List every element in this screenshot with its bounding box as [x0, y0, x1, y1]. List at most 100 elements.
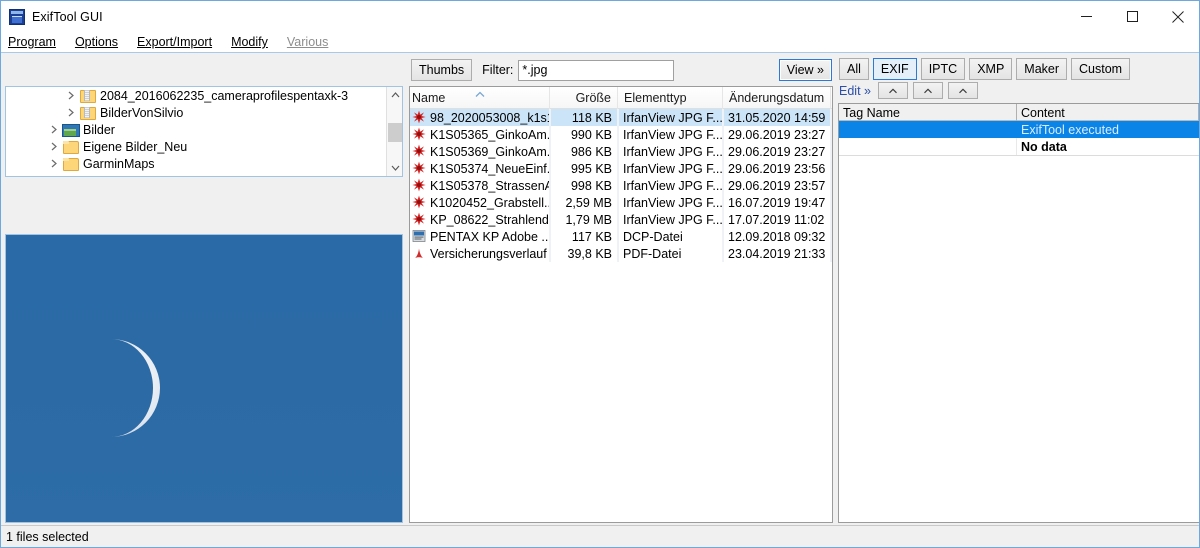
tree-item-0[interactable]: 2084_2016062235_cameraprofilespentaxk-3 [6, 87, 385, 104]
chevron-right-icon[interactable] [46, 156, 62, 172]
zipped-folder-icon [79, 88, 96, 103]
chevron-right-icon[interactable] [63, 88, 79, 104]
tab-iptc[interactable]: IPTC [920, 58, 966, 80]
column-header-size[interactable]: Größe [550, 87, 618, 109]
column-header-content[interactable]: Content [1017, 104, 1199, 121]
file-name-cell: K1S05378_StrassenA... [410, 177, 550, 194]
tab-xmp[interactable]: XMP [969, 58, 1013, 80]
file-date-cell: 23.04.2019 21:33 [723, 245, 831, 262]
thumbs-button[interactable]: Thumbs [411, 59, 473, 81]
scrollbar-thumb[interactable] [388, 123, 402, 142]
tag-name-cell [839, 138, 1017, 155]
filter-input[interactable]: *.jpg [518, 59, 675, 81]
folder-tree[interactable]: 2084_2016062235_cameraprofilespentaxk-3 … [5, 86, 403, 177]
menu-modify-label: Modify [231, 35, 268, 49]
tag-name-cell [839, 121, 1017, 138]
tab-custom[interactable]: Custom [1071, 58, 1131, 80]
table-row[interactable]: K1020452_Grabstell... 2,59 MB IrfanView … [410, 194, 832, 211]
file-type-cell: PDF-Datei [618, 245, 723, 262]
chevron-right-icon[interactable] [46, 122, 62, 138]
file-name-cell: 98_2020053008_k1s1... [410, 109, 550, 126]
tree-item-2[interactable]: Bilder [6, 121, 385, 138]
column-header-type[interactable]: Elementtyp [618, 87, 723, 109]
file-list[interactable]: Name Größe Elementtyp Änderungsdatum 98_… [409, 86, 833, 523]
irfanview-icon [412, 212, 427, 227]
tree-item-4[interactable]: GarminMaps [6, 155, 385, 172]
folder-tree-scrollbar[interactable] [386, 87, 402, 176]
file-list-header: Name Größe Elementtyp Änderungsdatum [410, 87, 832, 109]
scroll-down-icon[interactable] [387, 160, 402, 176]
tree-item-1[interactable]: BilderVonSilvio [6, 104, 385, 121]
file-size-cell: 2,59 MB [550, 194, 618, 211]
file-date-cell: 29.06.2019 23:56 [723, 160, 831, 177]
file-date-cell: 29.06.2019 23:27 [723, 143, 831, 160]
file-type-cell: IrfanView JPG F... [618, 194, 723, 211]
image-preview[interactable] [5, 234, 403, 523]
column-header-name[interactable]: Name [410, 87, 550, 109]
menu-options[interactable]: Options [75, 35, 118, 49]
menu-export-import[interactable]: Export/Import [137, 35, 212, 49]
menu-modify[interactable]: Modify [231, 35, 268, 49]
file-type-cell: IrfanView JPG F... [618, 211, 723, 228]
file-name-cell: K1S05374_NeueEinf... [410, 160, 550, 177]
metadata-tabs: All EXIF IPTC XMP Maker Custom [839, 58, 1131, 80]
file-size-cell: 995 KB [550, 160, 618, 177]
splitter-right[interactable] [833, 53, 836, 526]
tab-all[interactable]: All [839, 58, 869, 80]
table-row[interactable]: Versicherungsverlauf 39,8 KB PDF-Datei 2… [410, 245, 832, 262]
window-controls [1063, 1, 1199, 32]
file-name-cell: K1020452_Grabstell... [410, 194, 550, 211]
metadata-table-divider [839, 155, 1199, 156]
menu-various: Various [287, 35, 328, 49]
minimize-button[interactable] [1063, 1, 1109, 32]
table-row[interactable]: K1S05369_GinkoAm... 986 KB IrfanView JPG… [410, 143, 832, 160]
file-size-cell: 986 KB [550, 143, 618, 160]
file-size-cell: 39,8 KB [550, 245, 618, 262]
chevron-right-icon[interactable] [46, 139, 62, 155]
tree-item-label: BilderVonSilvio [100, 105, 184, 120]
irfanview-icon [412, 127, 427, 142]
irfanview-icon [412, 110, 427, 125]
column-header-tag-name[interactable]: Tag Name [839, 104, 1017, 121]
scroll-up-icon[interactable] [387, 87, 402, 103]
tree-item-label: Bilder [83, 122, 115, 137]
caret-button-3[interactable] [947, 82, 978, 99]
tag-content-cell: ExifTool executed [1021, 122, 1119, 137]
menu-options-label: Options [74, 35, 119, 49]
column-header-date[interactable]: Änderungsdatum [723, 87, 831, 109]
tab-maker[interactable]: Maker [1016, 58, 1068, 80]
table-row[interactable]: K1S05365_GinkoAm... 990 KB IrfanView JPG… [410, 126, 832, 143]
tree-item-label: Eigene Bilder_Neu [83, 139, 188, 154]
menu-program[interactable]: Program [8, 35, 56, 49]
file-name-label: Versicherungsverlauf [430, 246, 547, 261]
caret-button-2[interactable] [912, 82, 943, 99]
maximize-button[interactable] [1109, 1, 1155, 32]
irfanview-icon [412, 195, 427, 210]
irfanview-icon [412, 161, 427, 176]
table-row[interactable]: 98_2020053008_k1s1... 118 KB IrfanView J… [410, 109, 832, 126]
table-row[interactable]: PENTAX KP Adobe ... 117 KB DCP-Datei 12.… [410, 228, 832, 245]
tree-item-3[interactable]: Eigene Bilder_Neu [6, 138, 385, 155]
metadata-edit-row: Edit » [839, 82, 978, 99]
close-button[interactable] [1155, 1, 1199, 32]
file-date-cell: 29.06.2019 23:27 [723, 126, 831, 143]
file-list-panel: Thumbs Filter: *.jpg View » Name Größe E… [409, 53, 833, 526]
table-row[interactable]: K1S05374_NeueEinf... 995 KB IrfanView JP… [410, 160, 832, 177]
chevron-right-icon[interactable] [63, 105, 79, 121]
tab-exif[interactable]: EXIF [872, 58, 917, 80]
column-header-size-label: Größe [575, 91, 611, 105]
table-row[interactable]: No data [839, 138, 1199, 155]
edit-link[interactable]: Edit » [839, 84, 871, 98]
file-name-cell: Versicherungsverlauf [410, 245, 550, 262]
sort-ascending-icon [474, 87, 485, 101]
metadata-table[interactable]: Tag Name Content ExifTool executed No da… [838, 103, 1199, 523]
table-row[interactable]: K1S05378_StrassenA... 998 KB IrfanView J… [410, 177, 832, 194]
folder-icon [62, 156, 79, 171]
view-button[interactable]: View » [778, 59, 832, 81]
tree-item-label: 2084_2016062235_cameraprofilespentaxk-3 [100, 88, 349, 103]
irfanview-icon [412, 144, 427, 159]
table-row[interactable]: ExifTool executed [839, 121, 1199, 138]
table-row[interactable]: KP_08622_Strahlend... 1,79 MB IrfanView … [410, 211, 832, 228]
caret-button-1[interactable] [877, 82, 908, 99]
tree-item-label: GarminMaps [83, 156, 155, 171]
